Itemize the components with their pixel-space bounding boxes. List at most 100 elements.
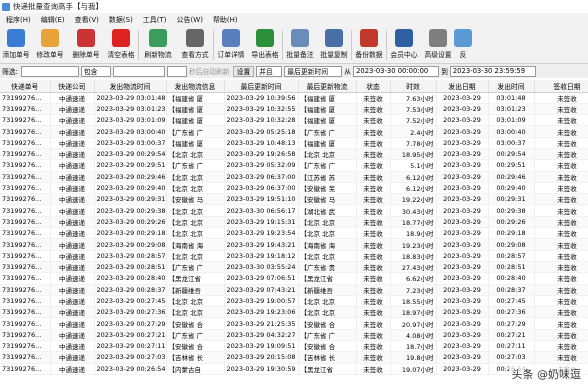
- table-row[interactable]: 73199276... 中通速递 2023-03-29 00:28:51 【广东省 广…: [0, 261, 588, 274]
- filter-condition-select[interactable]: 包含: [80, 65, 111, 77]
- table-row[interactable]: 73199276... 中通速递 2023-03-29 00:29:51 【广东省 广…: [0, 159, 588, 172]
- table-row[interactable]: 73199276... 中通速递 2023-03-29 00:29:38 【北京 北京…: [0, 204, 588, 217]
- cell-4: 2023-03-29 19:23:06: [224, 306, 299, 319]
- from-datetime-input[interactable]: 2023-03-30 00:00:00: [353, 65, 440, 77]
- column-header[interactable]: 发出日期: [436, 80, 489, 93]
- cell-5: 【新疆维吾: [298, 284, 357, 296]
- cell-10: 未签收: [534, 250, 588, 262]
- table-row[interactable]: 73199276... 中通速递 2023-03-29 03:00:37 【福建省 厦…: [0, 137, 588, 149]
- cell-10: 未签收: [534, 284, 588, 296]
- toolbar-label: 订单详情: [217, 51, 245, 59]
- table-row[interactable]: 73199276... 中通速递 2023-03-29 00:26:54 【内蒙古自 2…: [0, 363, 588, 375]
- toolbar-button-10[interactable]: 备份数据: [352, 26, 386, 64]
- table-row[interactable]: 73199276... 中通速递 2023-03-29 00:29:26 【北京 北京…: [0, 216, 588, 229]
- toolbar-button-9[interactable]: 批量复制: [317, 26, 351, 64]
- table-row[interactable]: 73199276... 中通速递 2023-03-29 00:27:29 【安徽省 合…: [0, 317, 588, 330]
- column-header[interactable]: 发出物流信息: [166, 80, 225, 93]
- cell-8: 2023-03-29: [436, 114, 489, 127]
- toolbar-button-0[interactable]: 添加单号: [0, 26, 32, 64]
- cell-1: 中通速递: [50, 114, 95, 127]
- cell-8: 2023-03-29: [436, 261, 489, 274]
- cell-3: 【北京 北京: [166, 295, 225, 308]
- cell-3: 【北京 北京: [166, 171, 225, 183]
- toolbar-button-11[interactable]: 会员中心: [387, 26, 421, 64]
- cell-8: 2023-03-29: [436, 103, 489, 116]
- cell-3: 【安徽省 马: [166, 193, 225, 206]
- table-row[interactable]: 73199276... 中通速递 2023-03-29 00:28:57 【北京 北京…: [0, 250, 588, 262]
- toolbar-button-3[interactable]: 清空表格: [104, 26, 138, 64]
- column-header[interactable]: 时效: [390, 80, 437, 93]
- cell-1: 中通速递: [50, 204, 95, 217]
- column-header[interactable]: 最后更新物流: [298, 80, 357, 93]
- table-row[interactable]: 73199276... 中通速递 2023-03-29 00:29:08 【海南省 海…: [0, 238, 588, 251]
- column-header[interactable]: 快递单号: [0, 80, 51, 93]
- cell-2: 2023-03-29 00:27:45: [94, 295, 167, 308]
- member-icon: [395, 29, 413, 47]
- toolbar-button-2[interactable]: 删除单号: [68, 26, 104, 64]
- table-row[interactable]: 73199276... 中通速递 2023-03-29 00:28:40 【黑龙江省 2…: [0, 272, 588, 285]
- cell-10: 未签收: [534, 92, 588, 104]
- table-row[interactable]: 73199276... 中通速递 2023-03-29 00:28:37 【新疆维吾 2…: [0, 284, 588, 296]
- cell-5: 【黑龙江省: [298, 363, 357, 375]
- toolbar-button-1[interactable]: 修改单号: [32, 26, 68, 64]
- column-header[interactable]: 状态: [356, 80, 391, 93]
- table-row[interactable]: 73199276... 中通速递 2023-03-29 00:29:40 【北京 北京…: [0, 182, 588, 195]
- cell-3: 【广东省 广: [166, 159, 225, 172]
- cell-4: 2023-03-29 06:37:00: [224, 182, 299, 195]
- cell-6: 未签收: [356, 295, 391, 308]
- cell-5: 【海南省 海: [298, 238, 357, 251]
- logic-select[interactable]: 并且: [256, 65, 283, 77]
- toolbar-button-4[interactable]: 刷新物流: [139, 26, 177, 64]
- cell-2: 2023-03-29 00:29:40: [94, 182, 167, 195]
- backup-icon: [360, 29, 378, 47]
- table-row[interactable]: 73199276... 中通速递 2023-03-29 03:01:09 【福建省 厦…: [0, 114, 588, 127]
- cell-4: 2023-03-29 10:32:28: [224, 114, 299, 127]
- table-row[interactable]: 73199276... 中通速递 2023-03-29 00:27:21 【广东省 广…: [0, 329, 588, 342]
- cell-4: 2023-03-29 04:32:27: [224, 329, 299, 342]
- table-row[interactable]: 73199276... 中通速递 2023-03-29 03:01:23 【福建省 厦…: [0, 103, 588, 116]
- menu-item-0[interactable]: 程序(H): [1, 15, 36, 25]
- cell-9: 00:29:08: [488, 238, 535, 251]
- column-header[interactable]: 快递公司: [50, 80, 95, 93]
- menu-item-6[interactable]: 帮助(H): [208, 15, 243, 25]
- column-header[interactable]: 发出物流时间: [94, 80, 167, 93]
- menu-item-3[interactable]: 数据(S): [104, 15, 138, 25]
- table-row[interactable]: 73199276... 中通速递 2023-03-29 00:29:18 【北京 北京…: [0, 227, 588, 240]
- toolbar-button-12[interactable]: 高级设置: [421, 26, 455, 64]
- cell-5: 【福建省 厦: [298, 114, 357, 127]
- cell-0: 73199276...: [0, 340, 51, 353]
- table-row[interactable]: 73199276... 中通速递 2023-03-29 00:27:36 【北京 北京…: [0, 306, 588, 319]
- time-field-select[interactable]: 最后更新时间: [284, 65, 343, 77]
- table-row[interactable]: 73199276... 中通速递 2023-03-29 00:29:46 【北京 北京…: [0, 171, 588, 183]
- toolbar-button-6[interactable]: 订单详情: [214, 26, 248, 64]
- cell-1: 中通速递: [50, 329, 95, 342]
- column-header[interactable]: 最后更新时间: [224, 80, 299, 93]
- menu-item-2[interactable]: 查看(V): [70, 15, 104, 25]
- settings-button[interactable]: 设置: [232, 65, 255, 77]
- to-datetime-input[interactable]: 2023-03-30 23:59:59: [449, 65, 536, 77]
- menu-item-5[interactable]: 公告(W): [172, 15, 208, 25]
- toolbar-button-5[interactable]: 查看方式: [177, 26, 213, 64]
- toolbar-button-13[interactable]: 反: [454, 26, 472, 64]
- table-row[interactable]: 73199276... 中通速递 2023-03-29 00:29:54 【北京 北京…: [0, 148, 588, 161]
- toolbar-button-8[interactable]: 批量备注: [283, 26, 317, 64]
- filter-keyword-input[interactable]: [112, 65, 165, 77]
- cell-1: 中通速递: [50, 92, 95, 104]
- table-row[interactable]: 73199276... 中通速递 2023-03-29 03:01:48 【福建省 厦…: [0, 92, 588, 104]
- table-row[interactable]: 73199276... 中通速递 2023-03-29 00:29:31 【安徽省 马…: [0, 193, 588, 206]
- table-row[interactable]: 73199276... 中通速递 2023-03-29 00:27:03 【吉林省 长…: [0, 351, 588, 364]
- cell-5: 【北京 北京: [298, 306, 357, 319]
- auto-refresh-seconds-input[interactable]: [166, 65, 187, 77]
- cell-0: 73199276...: [0, 159, 51, 172]
- cell-3: 【广东省 广: [166, 261, 225, 274]
- menu-item-4[interactable]: 工具(T): [138, 15, 172, 25]
- column-header[interactable]: 签收日期: [534, 80, 588, 93]
- table-row[interactable]: 73199276... 中通速递 2023-03-29 03:00:40 【广东省 广…: [0, 125, 588, 138]
- cell-0: 73199276...: [0, 125, 51, 138]
- toolbar-button-7[interactable]: 导出表格: [248, 26, 282, 64]
- menu-item-1[interactable]: 编辑(E): [36, 15, 70, 25]
- filter-field-select[interactable]: [20, 65, 79, 77]
- table-row[interactable]: 73199276... 中通速递 2023-03-29 00:27:45 【北京 北京…: [0, 295, 588, 308]
- table-row[interactable]: 73199276... 中通速递 2023-03-29 00:27:11 【安徽省 合…: [0, 340, 588, 353]
- column-header[interactable]: 发出时间: [488, 80, 535, 93]
